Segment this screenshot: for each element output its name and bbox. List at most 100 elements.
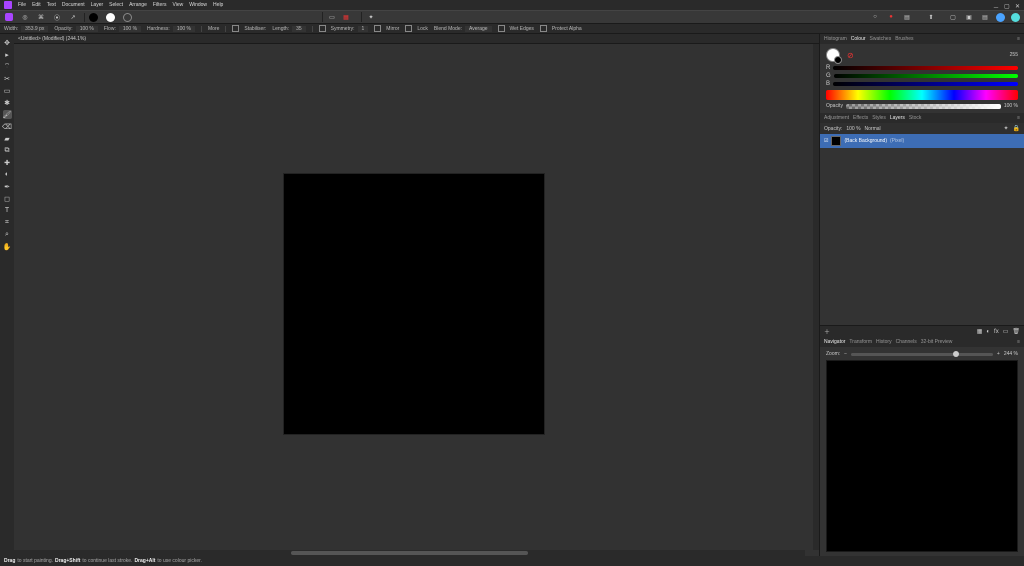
background-swatch[interactable]	[106, 13, 115, 22]
canvas[interactable]	[284, 174, 544, 434]
h-scrollbar[interactable]	[14, 550, 805, 556]
layer-blend-dropdown[interactable]: Normal	[865, 126, 881, 132]
tab-stock[interactable]: Stock	[909, 115, 922, 121]
menu-file[interactable]: File	[18, 2, 26, 8]
ctx-more[interactable]: More	[208, 26, 219, 32]
panel-menu-icon[interactable]: ≡	[1017, 339, 1020, 345]
menu-edit[interactable]: Edit	[32, 2, 41, 8]
zoom-tool-icon[interactable]: ⌕	[3, 230, 12, 239]
ctx-stabiliser[interactable]: Stabiliser:	[232, 25, 266, 32]
h-scroll-thumb[interactable]	[291, 551, 528, 555]
secondary-colour-swatch[interactable]	[834, 56, 842, 64]
no-colour-swatch[interactable]	[123, 13, 132, 22]
viewport[interactable]	[14, 44, 819, 556]
dodge-tool-icon[interactable]: ◐	[3, 170, 12, 179]
zoom-out-icon[interactable]: −	[844, 351, 847, 357]
foreground-swatch[interactable]	[89, 13, 98, 22]
fill-tool-icon[interactable]: ▰	[3, 134, 12, 143]
flood-select-icon[interactable]: ✱	[3, 98, 12, 107]
tab-layers[interactable]: Layers	[890, 115, 905, 121]
persona-export-icon[interactable]: ↗	[68, 12, 78, 22]
ctx-flow[interactable]: Flow:100 %	[104, 26, 141, 32]
text-tool-icon[interactable]: T	[3, 206, 12, 215]
paint-brush-icon[interactable]: 🖌	[3, 110, 12, 119]
fx-layer-icon[interactable]: fx	[994, 329, 999, 335]
add-layer-icon[interactable]: ＋	[824, 327, 830, 336]
selection-tool-icon[interactable]: ▭	[3, 86, 12, 95]
hand-tool-icon[interactable]: ✋	[3, 242, 12, 251]
slider-b[interactable]: B	[826, 81, 1018, 87]
move-tool-icon[interactable]: ✥	[3, 38, 12, 47]
zoom-in-icon[interactable]: +	[997, 351, 1000, 357]
mesh-tool-icon[interactable]: ⌗	[3, 218, 12, 227]
account-avatar[interactable]	[996, 13, 1005, 22]
crop-tool-icon[interactable]: ✂	[3, 74, 12, 83]
ctx-wetedges[interactable]: Wet Edges	[498, 25, 534, 32]
tab-transform[interactable]: Transform	[849, 339, 872, 345]
v-scrollbar[interactable]	[813, 44, 819, 550]
clone-tool-icon[interactable]: ⧉	[3, 146, 12, 155]
persona-tone-icon[interactable]: ⦿	[52, 12, 62, 22]
ctx-symmetry[interactable]: Symmetry:1	[319, 25, 369, 32]
menu-document[interactable]: Document	[62, 2, 85, 8]
menu-help[interactable]: Help	[213, 2, 223, 8]
ctx-opacity[interactable]: Opacity:100 %	[54, 26, 98, 32]
minimize-icon[interactable]: －	[993, 3, 998, 8]
delete-layer-icon[interactable]: 🗑	[1012, 328, 1020, 335]
slider-g[interactable]: G	[826, 73, 1018, 79]
layer-fx-icon[interactable]: ✦	[1003, 125, 1008, 132]
snapping-icon[interactable]: ✦	[366, 12, 376, 22]
assistant-icon[interactable]: ⬆	[926, 12, 936, 22]
arrange-icon1[interactable]: ▢	[948, 12, 958, 22]
tab-navigator[interactable]: Navigator	[824, 339, 845, 345]
assist-toggle-icon[interactable]: ○	[870, 12, 880, 22]
layer-item[interactable]: ☑ (Back Background) (Pixel)	[820, 134, 1024, 148]
quickmask-icon[interactable]: ▭	[327, 12, 337, 22]
erase-tool-icon[interactable]: ⌫	[3, 122, 12, 131]
menu-select[interactable]: Select	[109, 2, 123, 8]
mask-layer-icon[interactable]: ▦	[977, 328, 983, 335]
primary-colour-swatch[interactable]	[826, 48, 840, 62]
layer-opacity-value[interactable]: 100 %	[846, 126, 860, 132]
zoom-value[interactable]: 244 %	[1004, 351, 1018, 357]
document-tab[interactable]: <Untitled> (Modified) (244.1%)	[14, 34, 819, 44]
panel-menu-icon[interactable]: ≡	[1017, 36, 1020, 42]
account-avatar-2[interactable]	[1011, 13, 1020, 22]
colour-opacity[interactable]: Opacity 100 %	[826, 103, 1018, 109]
navigator-preview[interactable]	[826, 360, 1018, 552]
group-layer-icon[interactable]: ▭	[1003, 328, 1009, 335]
tab-styles[interactable]: Styles	[872, 115, 886, 121]
zoom-slider[interactable]	[851, 353, 993, 356]
assist-toggle3-icon[interactable]: ▤	[902, 12, 912, 22]
pen-tool-icon[interactable]: ✒	[3, 182, 12, 191]
ctx-hardness[interactable]: Hardness:100 %	[147, 26, 195, 32]
colour-picker-icon[interactable]: ⌔	[3, 62, 12, 71]
ctx-length[interactable]: Length:35	[272, 26, 305, 32]
menu-arrange[interactable]: Arrange	[129, 2, 147, 8]
tab-swatches[interactable]: Swatches	[870, 36, 892, 42]
tab-32bit[interactable]: 32-bit Preview	[921, 339, 953, 345]
tab-channels[interactable]: Channels	[896, 339, 917, 345]
ctx-blend[interactable]: Blend Mode:Average	[434, 26, 492, 32]
menu-filters[interactable]: Filters	[153, 2, 167, 8]
refine-icon[interactable]: ▦	[341, 12, 351, 22]
no-fill-icon[interactable]: ⊘	[847, 51, 854, 60]
persona-liquify-icon[interactable]: ◎	[20, 12, 30, 22]
close-icon[interactable]: ✕	[1015, 3, 1020, 8]
menu-text[interactable]: Text	[47, 2, 56, 8]
adjustment-layer-icon[interactable]: ◐	[986, 329, 990, 335]
tab-adjustment[interactable]: Adjustment	[824, 115, 849, 121]
arrange-icon2[interactable]: ▣	[964, 12, 974, 22]
shape-tool-icon[interactable]: ◻	[3, 194, 12, 203]
tab-history[interactable]: History	[876, 339, 892, 345]
arrange-icon3[interactable]: ▤	[980, 12, 990, 22]
ctx-lock[interactable]: Lock	[405, 25, 428, 32]
persona-photo-icon[interactable]	[4, 12, 14, 22]
tab-histogram[interactable]: Histogram	[824, 36, 847, 42]
tab-colour[interactable]: Colour	[851, 36, 866, 42]
menu-view[interactable]: View	[173, 2, 184, 8]
panel-menu-icon[interactable]: ≡	[1017, 115, 1020, 121]
maximize-icon[interactable]: ▢	[1004, 3, 1009, 8]
tab-brushes[interactable]: Brushes	[895, 36, 913, 42]
slider-r[interactable]: R	[826, 65, 1018, 71]
